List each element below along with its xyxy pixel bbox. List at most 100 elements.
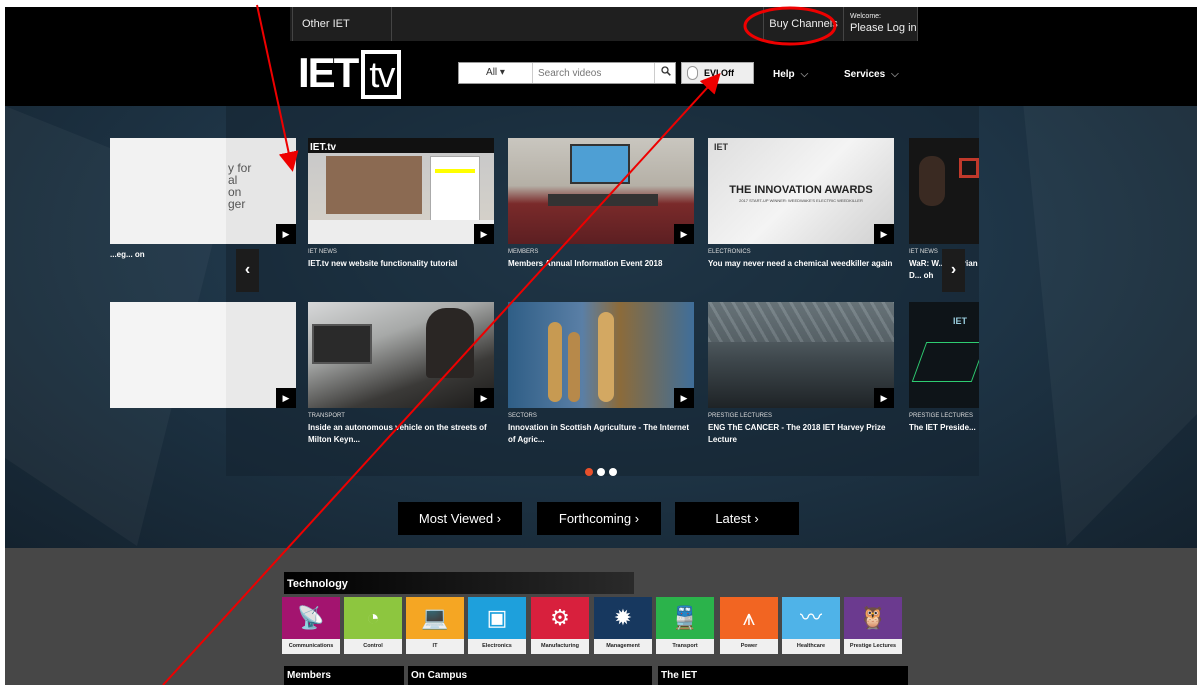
- video-thumbnail: y for al on ger y for al on ger ▶: [110, 138, 296, 244]
- footer-section: Technology 📡 Communications ◔ Control 💻 IT …: [5, 548, 1197, 685]
- search-input[interactable]: [534, 64, 652, 82]
- robot-arm-icon: ⚙: [531, 597, 589, 639]
- control-icon: ◔: [344, 597, 402, 639]
- video-tile[interactable]: IET THE INNOVATION AWARDS 2017 START-UP …: [708, 138, 894, 270]
- video-title[interactable]: Members Annual Information Event 2018: [508, 258, 694, 270]
- tech-label: Healthcare: [782, 639, 840, 654]
- topbar-left-spacer: [5, 7, 290, 41]
- carousel-next-arrow[interactable]: ›: [942, 249, 965, 292]
- carousel-dot[interactable]: [597, 468, 605, 476]
- tech-transport[interactable]: 🚆 Transport: [656, 597, 714, 654]
- neon-shape: [911, 342, 979, 382]
- speaker-video: [326, 156, 422, 214]
- forthcoming-button[interactable]: Forthcoming ›: [537, 502, 661, 535]
- carousel-prev-arrow[interactable]: ‹: [236, 249, 259, 292]
- tech-management[interactable]: ✹ Management: [594, 597, 652, 654]
- tech-it[interactable]: 💻 IT: [406, 597, 464, 654]
- video-tile[interactable]: IET PRESTIGE LECTURES The IET Preside...: [909, 302, 979, 434]
- wheat-stalk: [548, 322, 562, 402]
- most-viewed-button[interactable]: Most Viewed ›: [398, 502, 522, 535]
- tech-label: Control: [344, 639, 402, 654]
- members-heading: Members: [284, 666, 404, 685]
- tech-manufacturing[interactable]: ⚙ Manufacturing: [531, 597, 589, 654]
- login-link[interactable]: Please Log in ▶: [850, 21, 928, 34]
- carousel-dot[interactable]: [609, 468, 617, 476]
- laptop-icon: 💻: [406, 597, 464, 639]
- video-tile[interactable]: ▶ PRESTIGE LECTURES ENG ThE CANCER - The…: [708, 302, 894, 446]
- iet-logo: IET: [714, 142, 729, 152]
- welcome-label: Welcome:: [850, 13, 881, 20]
- document-panel: [430, 156, 480, 226]
- video-tile[interactable]: ▶ SECTORS Innovation in Scottish Agricul…: [508, 302, 694, 446]
- video-thumbnail: ▶: [508, 138, 694, 244]
- video-title[interactable]: ENG ThE CANCER - The 2018 IET Harvey Pri…: [708, 422, 894, 446]
- buy-channels-button[interactable]: Buy Channels: [763, 7, 843, 41]
- chip-icon: ▣: [468, 597, 526, 639]
- wheat-stalk: [598, 312, 614, 402]
- search-icon[interactable]: [654, 63, 676, 83]
- tech-label: IT: [406, 639, 464, 654]
- nav-services-label: Services: [844, 69, 886, 80]
- video-tile[interactable]: ▶: [110, 302, 296, 408]
- heartbeat-icon: 〰: [782, 597, 840, 639]
- carousel-dot[interactable]: [585, 468, 593, 476]
- topbar-right-spacer: [918, 7, 1197, 41]
- tech-electronics[interactable]: ▣ Electronics: [468, 597, 526, 654]
- video-tile[interactable]: ▶ TRANSPORT Inside an autonomous vehicle…: [308, 302, 494, 446]
- tech-control[interactable]: ◔ Control: [344, 597, 402, 654]
- video-category: PRESTIGE LECTURES: [708, 413, 773, 419]
- video-thumbnail: IET THE INNOVATION AWARDS 2017 START-UP …: [708, 138, 894, 244]
- tech-label: Management: [594, 639, 652, 654]
- play-icon[interactable]: ▶: [474, 388, 494, 408]
- video-category: TRANSPORT: [308, 413, 345, 419]
- play-icon[interactable]: ▶: [674, 224, 694, 244]
- video-thumbnail: ▶: [308, 302, 494, 408]
- tech-prestige-lectures[interactable]: 🦉 Prestige Lectures: [844, 597, 902, 654]
- owl-icon: 🦉: [844, 597, 902, 639]
- tech-label: Communications: [282, 639, 340, 654]
- nav-help[interactable]: Help ⌵: [773, 69, 808, 80]
- innovation-awards-title: THE INNOVATION AWARDS: [729, 184, 873, 196]
- video-tile[interactable]: ▶ MEMBERS Members Annual Information Eve…: [508, 138, 694, 270]
- video-carousel: y for al on ger y for al on ger ▶ ...eg.…: [110, 106, 979, 476]
- video-title[interactable]: IET.tv new website functionality tutoria…: [308, 258, 494, 270]
- video-title[interactable]: You may never need a chemical weedkiller…: [708, 258, 894, 270]
- latest-button[interactable]: Latest ›: [675, 502, 799, 535]
- video-title[interactable]: The IET Preside...: [909, 422, 979, 434]
- welcome-login-box[interactable]: Welcome: Please Log in ▶: [843, 7, 928, 41]
- technology-heading: Technology: [284, 572, 634, 594]
- tech-power[interactable]: ⩚ Power: [720, 597, 778, 654]
- iet-tv-logo[interactable]: IET tv: [298, 50, 402, 99]
- video-tile[interactable]: y for al on ger y for al on ger ▶ ...eg.…: [110, 138, 296, 261]
- nav-services[interactable]: Services ⌵: [844, 69, 899, 80]
- video-tile[interactable]: IET.tv ▶ IET NEWS IET.tv new website fun…: [308, 138, 494, 270]
- bg-facet: [1023, 106, 1197, 546]
- play-icon[interactable]: ▶: [874, 224, 894, 244]
- iet-logo: IET: [953, 316, 968, 326]
- tech-healthcare[interactable]: 〰 Healthcare: [782, 597, 840, 654]
- hero-section: y for al on ger y for al on ger ▶ ...eg.…: [5, 106, 1197, 548]
- play-icon[interactable]: ▶: [674, 388, 694, 408]
- play-icon[interactable]: ▶: [474, 224, 494, 244]
- video-title[interactable]: ...eg... on: [110, 249, 296, 261]
- video-title[interactable]: Inside an autonomous vehicle on the stre…: [308, 422, 494, 446]
- evi-toggle[interactable]: EVI Off: [681, 62, 754, 84]
- pylon-icon: ⩚: [720, 597, 778, 639]
- other-iet-websites-dropdown[interactable]: Other IET websites ▾: [292, 7, 392, 64]
- tech-communications[interactable]: 📡 Communications: [282, 597, 340, 654]
- play-icon[interactable]: ▶: [276, 224, 296, 244]
- innovation-awards-sub: 2017 START-UP WINNER: WEEDWAKE'S ELECTRI…: [739, 198, 863, 203]
- tech-label: Power: [720, 639, 778, 654]
- the-iet-heading: The IET: [658, 666, 908, 685]
- structure-lines: [708, 302, 894, 342]
- video-title[interactable]: Innovation in Scottish Agriculture - The…: [508, 422, 694, 446]
- chevron-down-icon: ⌵: [891, 69, 899, 80]
- play-icon[interactable]: ▶: [874, 388, 894, 408]
- logo-text: IET: [298, 49, 359, 96]
- driver-figure: [426, 308, 474, 378]
- search-scope-select[interactable]: All ▾: [459, 63, 533, 83]
- video-thumbnail: IET: [909, 302, 979, 408]
- satellite-icon: 📡: [282, 597, 340, 639]
- video-thumbnail: IET.tv ▶: [308, 138, 494, 244]
- play-icon[interactable]: ▶: [276, 388, 296, 408]
